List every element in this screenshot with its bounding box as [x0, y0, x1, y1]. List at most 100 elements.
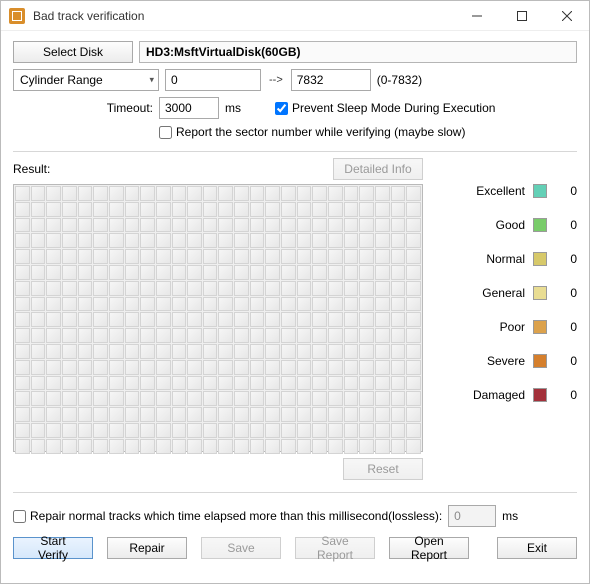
- grid-cell: [203, 312, 218, 327]
- grid-cell: [312, 391, 327, 406]
- report-sector-input[interactable]: [159, 126, 172, 139]
- grid-cell: [109, 233, 124, 248]
- grid-cell: [297, 218, 312, 233]
- divider-2: [13, 492, 577, 493]
- grid-cell: [125, 439, 140, 454]
- grid-cell: [62, 407, 77, 422]
- grid-cell: [93, 218, 108, 233]
- grid-cell: [78, 328, 93, 343]
- grid-cell: [203, 265, 218, 280]
- maximize-button[interactable]: [499, 1, 544, 31]
- grid-cell: [312, 265, 327, 280]
- grid-cell: [406, 439, 421, 454]
- grid-cell: [203, 202, 218, 217]
- grid-cell: [218, 281, 233, 296]
- grid-cell: [344, 312, 359, 327]
- close-button[interactable]: [544, 1, 589, 31]
- exit-button[interactable]: Exit: [497, 537, 577, 559]
- grid-cell: [31, 202, 46, 217]
- grid-cell: [281, 218, 296, 233]
- grid-cell: [172, 265, 187, 280]
- grid-cell: [125, 249, 140, 264]
- grid-cell: [406, 265, 421, 280]
- grid-cell: [156, 281, 171, 296]
- grid-cell: [391, 423, 406, 438]
- grid-cell: [406, 202, 421, 217]
- grid-cell: [281, 439, 296, 454]
- grid-cell: [172, 218, 187, 233]
- grid-cell: [344, 391, 359, 406]
- repair-button[interactable]: Repair: [107, 537, 187, 559]
- grid-cell: [172, 233, 187, 248]
- window: Bad track verification Select Disk HD3:M…: [0, 0, 590, 584]
- repair-threshold-input[interactable]: [448, 505, 496, 527]
- start-verify-button[interactable]: Start Verify: [13, 537, 93, 559]
- result-label: Result:: [13, 162, 73, 176]
- grid-cell: [375, 407, 390, 422]
- grid-cell: [125, 407, 140, 422]
- grid-cell: [172, 297, 187, 312]
- grid-cell: [187, 423, 202, 438]
- grid-cell: [312, 249, 327, 264]
- grid-cell: [15, 391, 30, 406]
- grid-cell: [172, 360, 187, 375]
- grid-cell: [297, 249, 312, 264]
- grid-cell: [62, 265, 77, 280]
- grid-cell: [140, 407, 155, 422]
- grid-cell: [391, 281, 406, 296]
- grid-cell: [297, 312, 312, 327]
- repair-lossless-checkbox[interactable]: Repair normal tracks which time elapsed …: [13, 509, 442, 523]
- grid-cell: [140, 423, 155, 438]
- grid-cell: [328, 218, 343, 233]
- grid-cell: [172, 344, 187, 359]
- grid-cell: [31, 407, 46, 422]
- repair-lossless-input[interactable]: [13, 510, 26, 523]
- select-disk-button[interactable]: Select Disk: [13, 41, 133, 63]
- grid-cell: [93, 312, 108, 327]
- grid-cell: [78, 391, 93, 406]
- grid-cell: [359, 439, 374, 454]
- timeout-input[interactable]: [159, 97, 219, 119]
- grid-cell: [125, 202, 140, 217]
- grid-cell: [328, 202, 343, 217]
- grid-cell: [297, 439, 312, 454]
- grid-cell: [93, 423, 108, 438]
- grid-cell: [109, 312, 124, 327]
- grid-cell: [344, 186, 359, 201]
- range-start-input[interactable]: [165, 69, 261, 91]
- report-sector-label: Report the sector number while verifying…: [176, 125, 465, 139]
- range-end-input[interactable]: [291, 69, 371, 91]
- reset-button[interactable]: Reset: [343, 458, 423, 480]
- grid-cell: [234, 439, 249, 454]
- grid-cell: [391, 312, 406, 327]
- grid-cell: [406, 423, 421, 438]
- grid-cell: [297, 407, 312, 422]
- grid-cell: [78, 249, 93, 264]
- grid-cell: [156, 328, 171, 343]
- grid-cell: [297, 202, 312, 217]
- prevent-sleep-input[interactable]: [275, 102, 288, 115]
- grid-cell: [15, 360, 30, 375]
- grid-cell: [15, 233, 30, 248]
- grid-cell: [265, 202, 280, 217]
- save-button[interactable]: Save: [201, 537, 281, 559]
- grid-cell: [156, 265, 171, 280]
- detailed-info-button[interactable]: Detailed Info: [333, 158, 423, 180]
- minimize-button[interactable]: [454, 1, 499, 31]
- save-report-button[interactable]: Save Report: [295, 537, 375, 559]
- grid-cell: [15, 423, 30, 438]
- grid-cell: [265, 439, 280, 454]
- report-sector-checkbox[interactable]: Report the sector number while verifying…: [159, 125, 465, 139]
- grid-cell: [234, 328, 249, 343]
- grid-cell: [281, 233, 296, 248]
- result-grid: [13, 184, 423, 452]
- prevent-sleep-checkbox[interactable]: Prevent Sleep Mode During Execution: [275, 101, 495, 115]
- grid-cell: [78, 233, 93, 248]
- open-report-button[interactable]: Open Report: [389, 537, 469, 559]
- grid-cell: [156, 391, 171, 406]
- grid-cell: [265, 328, 280, 343]
- grid-cell: [31, 233, 46, 248]
- range-mode-dropdown[interactable]: Cylinder Range ▾: [13, 69, 159, 91]
- grid-cell: [328, 407, 343, 422]
- grid-cell: [109, 218, 124, 233]
